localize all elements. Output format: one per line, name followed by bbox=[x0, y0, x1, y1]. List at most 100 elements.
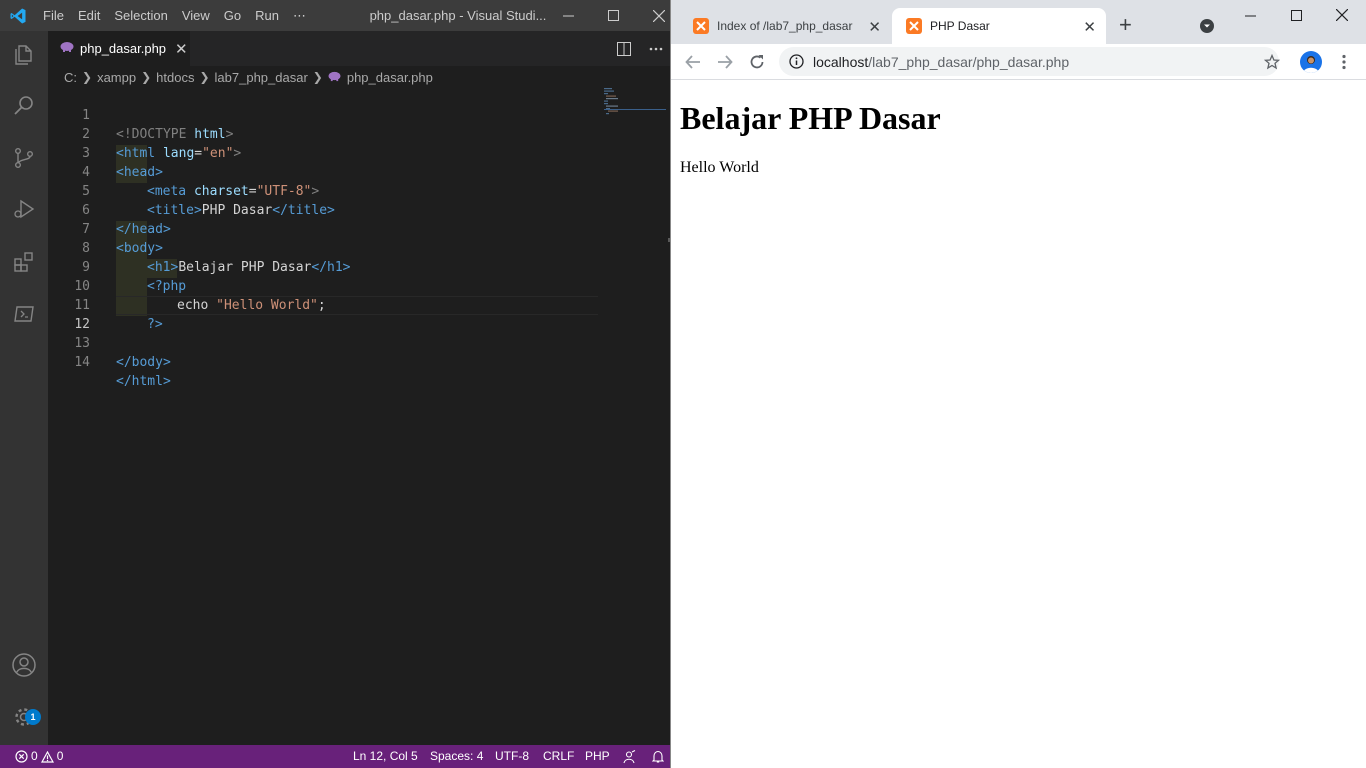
remote-explorer-icon[interactable] bbox=[0, 290, 48, 338]
encoding-setting[interactable]: UTF-8 bbox=[495, 745, 529, 768]
address-bar[interactable]: localhost/lab7_php_dasar/php_dasar.php bbox=[779, 47, 1279, 76]
tab-close-icon[interactable]: ✕ bbox=[1083, 18, 1096, 36]
code-line: 10 echo "Hello World"; bbox=[48, 258, 598, 313]
url-host: localhost bbox=[813, 53, 869, 70]
vscode-logo-icon bbox=[0, 0, 36, 31]
browser-tab-strip: Index of /lab7_php_dasar ✕ PHP Dasar ✕ + bbox=[671, 0, 1366, 44]
code-line: 5 <title>PHP Dasar</title> bbox=[48, 163, 598, 218]
eol-setting[interactable]: CRLF bbox=[543, 745, 574, 768]
error-count: 0 bbox=[31, 749, 38, 763]
browser-toolbar: localhost/lab7_php_dasar/php_dasar.php bbox=[671, 44, 1366, 80]
code-line: 3 <head> bbox=[48, 125, 598, 180]
code-line: 13 </body> bbox=[48, 315, 598, 370]
forward-arrow-icon[interactable] bbox=[711, 48, 739, 76]
page-text: Hello World bbox=[680, 159, 759, 176]
search-icon[interactable] bbox=[0, 81, 48, 129]
code-editor[interactable]: 1 <!DOCTYPE html> 2 <html lang="en"> 3 <… bbox=[48, 88, 670, 745]
more-actions-icon[interactable] bbox=[642, 31, 670, 66]
minimize-icon[interactable] bbox=[545, 0, 591, 31]
code-line: 12 bbox=[48, 296, 598, 332]
browser-tab-index[interactable]: Index of /lab7_php_dasar ✕ bbox=[679, 8, 891, 44]
chevron-right-icon: ❯ bbox=[312, 70, 323, 84]
code-line: 1 <!DOCTYPE html> bbox=[48, 87, 598, 142]
code-line: 4 <meta charset="UTF-8"> bbox=[48, 144, 598, 199]
tab-close-icon[interactable]: ✕ bbox=[868, 18, 881, 36]
browser-tab-php-dasar[interactable]: PHP Dasar ✕ bbox=[892, 8, 1106, 44]
code-line: 8 <h1>Belajar PHP Dasar</h1> bbox=[48, 220, 598, 275]
menu-kebab-icon[interactable] bbox=[1330, 48, 1358, 76]
warning-count: 0 bbox=[56, 749, 64, 763]
run-debug-icon[interactable] bbox=[0, 185, 48, 233]
web-page-content: Belajar PHP Dasar Hello World bbox=[671, 80, 1366, 768]
account-icon[interactable] bbox=[0, 641, 48, 689]
url-text: localhost/lab7_php_dasar/php_dasar.php bbox=[813, 54, 1069, 70]
breadcrumb-xampp[interactable]: xampp bbox=[97, 70, 136, 85]
tab-label: php_dasar.php bbox=[80, 41, 167, 56]
editor-tab-bar: php_dasar.php ✕ bbox=[48, 31, 670, 66]
error-icon bbox=[15, 750, 28, 763]
menu-bar: File Edit Selection View Go Run ⋯ bbox=[36, 0, 313, 31]
url-path: /lab7_php_dasar/php_dasar.php bbox=[868, 53, 1070, 70]
breadcrumb-drive[interactable]: C: bbox=[64, 70, 77, 85]
code-token: </body> bbox=[116, 355, 171, 370]
site-info-icon[interactable] bbox=[789, 54, 804, 72]
xampp-favicon-icon bbox=[906, 18, 922, 34]
php-elephant-icon bbox=[328, 70, 341, 85]
code-line: 14 </html> bbox=[48, 334, 598, 389]
breadcrumb-file[interactable]: php_dasar.php bbox=[347, 70, 433, 85]
tab-php-dasar[interactable]: php_dasar.php ✕ bbox=[48, 31, 190, 66]
bookmark-star-icon[interactable] bbox=[1258, 48, 1286, 76]
code-line: 2 <html lang="en"> bbox=[48, 106, 598, 161]
minimap[interactable] bbox=[604, 88, 666, 128]
code-line: 11 ?> bbox=[48, 277, 598, 332]
code-line: 6 </head> bbox=[48, 182, 598, 237]
split-editor-icon[interactable] bbox=[610, 31, 638, 66]
tab-close-icon[interactable]: ✕ bbox=[175, 40, 188, 58]
browser-tab-title: PHP Dasar bbox=[930, 19, 990, 33]
xampp-favicon-icon bbox=[693, 18, 709, 34]
menu-run[interactable]: Run bbox=[248, 0, 286, 31]
activity-bar bbox=[0, 31, 48, 745]
breadcrumb: C: ❯ xampp ❯ htdocs ❯ lab7_php_dasar ❯ p… bbox=[48, 66, 670, 88]
code-line: 9 <?php bbox=[48, 239, 598, 294]
code-token: </html> bbox=[116, 374, 171, 389]
menu-more[interactable]: ⋯ bbox=[286, 0, 313, 31]
menu-file[interactable]: File bbox=[36, 0, 71, 31]
reload-icon[interactable] bbox=[743, 48, 771, 76]
menu-view[interactable]: View bbox=[175, 0, 217, 31]
feedback-icon[interactable] bbox=[622, 745, 636, 768]
problems-indicator[interactable]: 0 0 bbox=[15, 745, 63, 768]
cursor-position[interactable]: Ln 12, Col 5 bbox=[353, 745, 418, 768]
maximize-icon[interactable] bbox=[590, 0, 636, 31]
tab-search-icon[interactable] bbox=[1184, 14, 1230, 38]
code-line: 7 <body> bbox=[48, 201, 598, 256]
menu-go[interactable]: Go bbox=[217, 0, 248, 31]
close-window-icon[interactable] bbox=[1319, 0, 1365, 30]
menu-edit[interactable]: Edit bbox=[71, 0, 107, 31]
page-heading: Belajar PHP Dasar bbox=[680, 100, 941, 136]
new-tab-button[interactable]: + bbox=[1119, 14, 1132, 36]
line-number: 14 bbox=[74, 355, 90, 370]
chrome-window: Index of /lab7_php_dasar ✕ PHP Dasar ✕ + bbox=[670, 0, 1366, 768]
breadcrumb-htdocs[interactable]: htdocs bbox=[156, 70, 194, 85]
php-elephant-icon bbox=[60, 41, 74, 56]
back-arrow-icon[interactable] bbox=[679, 48, 707, 76]
warning-icon bbox=[40, 750, 54, 763]
source-control-icon[interactable] bbox=[0, 134, 48, 182]
menu-selection[interactable]: Selection bbox=[107, 0, 174, 31]
explorer-icon[interactable] bbox=[0, 31, 48, 79]
vscode-titlebar: File Edit Selection View Go Run ⋯ php_da… bbox=[0, 0, 670, 31]
language-mode[interactable]: PHP bbox=[585, 745, 610, 768]
minimize-icon[interactable] bbox=[1227, 0, 1273, 30]
indentation-setting[interactable]: Spaces: 4 bbox=[430, 745, 483, 768]
window-title: php_dasar.php - Visual Studi... bbox=[369, 8, 547, 23]
notifications-bell-icon[interactable] bbox=[652, 745, 664, 768]
vscode-window: File Edit Selection View Go Run ⋯ php_da… bbox=[0, 0, 670, 768]
status-bar: 0 0 Ln 12, Col 5 Spaces: 4 UTF-8 CRLF PH… bbox=[0, 745, 670, 768]
chevron-right-icon: ❯ bbox=[82, 70, 93, 84]
breadcrumb-folder[interactable]: lab7_php_dasar bbox=[215, 70, 308, 85]
maximize-icon[interactable] bbox=[1273, 0, 1319, 30]
extensions-icon[interactable] bbox=[0, 238, 48, 286]
chevron-right-icon: ❯ bbox=[199, 70, 210, 84]
profile-avatar[interactable] bbox=[1300, 51, 1322, 73]
